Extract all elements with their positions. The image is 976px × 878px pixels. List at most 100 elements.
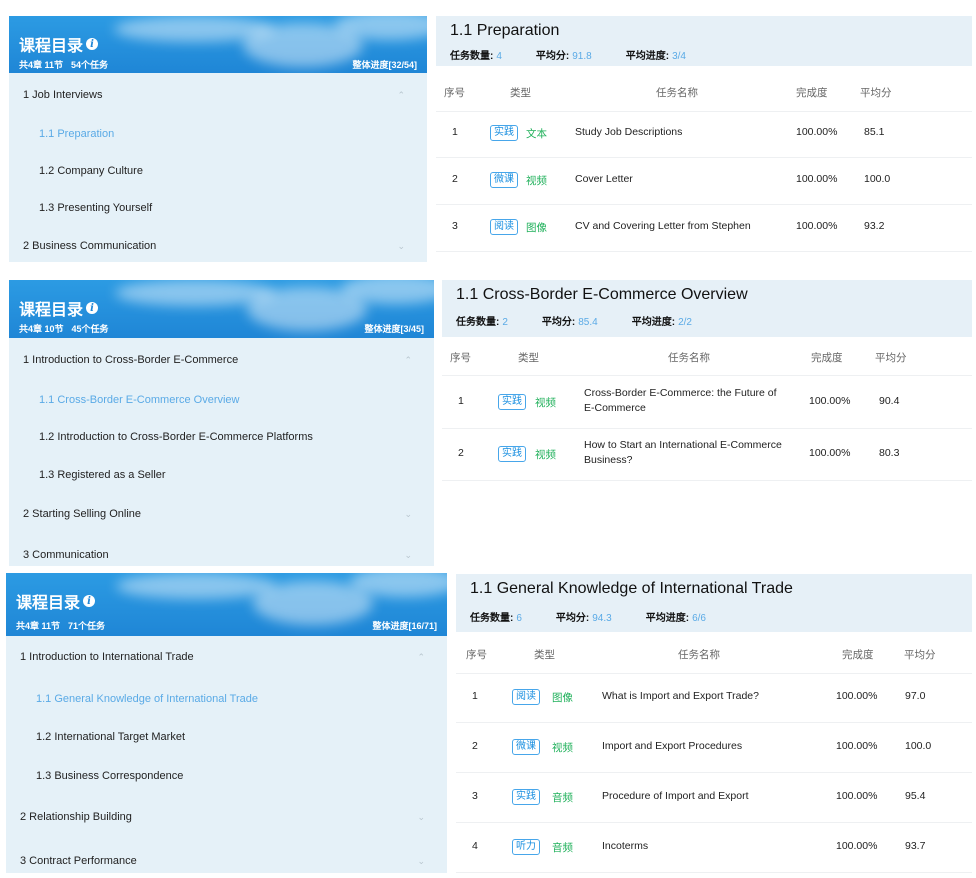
col-header-number: 序号 [450, 352, 471, 364]
section-stats: 任务数量: 4 平均分: 91.8 平均进度: 3/4 [450, 47, 720, 62]
row-divider [442, 480, 972, 481]
course-directory-panel: 课程目录 i 共4章 10节 45个任务 整体进度[3/45] 1 Introductio… [9, 280, 434, 566]
course-directory-header: 课程目录 i 共4章 11节 54个任务 整体进度[32/54] [9, 16, 427, 73]
task-media-type: 视频 [535, 449, 556, 461]
task-type-badge: 微课 [512, 739, 540, 755]
average-progress-stat-label: 平均进度: [625, 51, 670, 62]
col-header-type: 类型 [518, 352, 539, 364]
row-divider [436, 156, 972, 158]
task-average-score: 100.0 [864, 173, 891, 185]
task-name[interactable]: CV and Covering Letter from Stephen [575, 219, 751, 234]
col-header-type: 类型 [534, 649, 555, 661]
col-header-number: 序号 [466, 649, 487, 661]
average-progress-stat-value: 6/6 [692, 613, 706, 624]
section-label: 1.3 Registered as a Seller [39, 469, 166, 481]
task-average-score: 97.0 [905, 690, 926, 702]
section-label: 1.1 Cross-Border E-Commerce Overview [39, 394, 240, 406]
task-average-score: 93.7 [905, 840, 926, 852]
chevron-up-icon[interactable]: ⌃ [417, 652, 425, 663]
section-title: 1.1 General Knowledge of International T… [470, 580, 793, 597]
average-progress-stat: 平均进度: 3/4 [626, 47, 686, 62]
chapter-label: 1 Introduction to Cross-Border E-Commerc… [23, 354, 239, 366]
task-count-stat-value: 2 [502, 317, 508, 328]
average-score-stat: 平均分: 94.3 [556, 609, 612, 624]
average-score-stat: 平均分: 91.8 [536, 47, 592, 62]
chevron-down-icon[interactable]: ⌄ [397, 241, 405, 252]
chevron-down-icon[interactable]: ⌄ [417, 856, 425, 867]
row-divider [436, 203, 972, 205]
task-name[interactable]: Procedure of Import and Export [602, 789, 749, 804]
task-name[interactable]: Cross-Border E-Commerce: the Future of E… [584, 386, 789, 416]
col-header-completion: 完成度 [811, 352, 843, 364]
task-average-score: 93.2 [864, 220, 885, 232]
section-label: 1.3 Business Correspondence [36, 770, 184, 782]
section-item[interactable]: 1.3 Business Correspondence [6, 768, 447, 784]
course-directory-panel: 课程目录 i 共4章 11节 71个任务 整体进度[16/71] 1 Introducti… [6, 573, 447, 873]
cloud-decoration [116, 573, 277, 599]
task-average-score: 80.3 [879, 447, 900, 459]
task-count-stat: 任务数量: 6 [470, 609, 522, 624]
row-divider [456, 772, 972, 773]
info-icon[interactable]: i [86, 302, 99, 314]
task-number: 4 [472, 840, 478, 852]
overall-progress: 整体进度[16/71] [372, 621, 437, 631]
section-item[interactable]: 1.2 Company Culture [9, 163, 427, 179]
task-average-score: 85.1 [864, 126, 885, 138]
task-count-stat-label: 任务数量: [450, 51, 494, 62]
section-item[interactable]: 1.3 Registered as a Seller [9, 467, 434, 483]
average-progress-stat: 平均进度: 6/6 [646, 609, 706, 624]
chapter-label: 1 Job Interviews [23, 89, 103, 101]
course-directory-title-text: 课程目录 [16, 595, 81, 612]
task-name[interactable]: Cover Letter [575, 172, 633, 187]
average-progress-stat: 平均进度: 2/2 [632, 313, 692, 328]
section-item[interactable]: 1.2 International Target Market [6, 729, 447, 745]
task-name[interactable]: What is Import and Export Trade? [602, 689, 759, 704]
task-name[interactable]: Import and Export Procedures [602, 739, 742, 754]
chapter-item[interactable]: 1 Introduction to Cross-Border E-Commerc… [9, 352, 434, 368]
chevron-up-icon[interactable]: ⌃ [397, 90, 405, 101]
chevron-down-icon[interactable]: ⌄ [404, 509, 412, 520]
task-completion: 100.00% [836, 840, 878, 852]
chapter-count: 共4章 10节 [19, 324, 64, 334]
chapter-item[interactable]: 3 Communication ⌄ [9, 547, 434, 563]
course-summary: 共4章 10节 45个任务 [19, 322, 109, 335]
chapter-label: 1 Introduction to International Trade [20, 651, 194, 663]
course-directory-title: 课程目录 i [16, 589, 96, 613]
section-label: 1.1 Preparation [39, 128, 115, 140]
section-item[interactable]: 1.1 General Knowledge of International T… [6, 691, 447, 707]
section-item[interactable]: 1.3 Presenting Yourself [9, 200, 427, 216]
chevron-up-icon[interactable]: ⌃ [404, 355, 412, 366]
chapter-item[interactable]: 1 Introduction to International Trade ⌃ [6, 649, 447, 665]
task-number: 1 [458, 395, 464, 407]
task-type-badge: 实践 [498, 446, 526, 462]
task-name[interactable]: How to Start an International E-Commerce… [584, 438, 789, 468]
task-name[interactable]: Study Job Descriptions [575, 125, 682, 140]
info-icon[interactable]: i [86, 38, 99, 50]
task-number: 2 [458, 447, 464, 459]
section-item[interactable]: 1.1 Cross-Border E-Commerce Overview [9, 392, 434, 408]
chapter-item[interactable]: 2 Relationship Building ⌄ [6, 809, 447, 825]
chevron-down-icon[interactable]: ⌄ [417, 812, 425, 823]
section-item[interactable]: 1.2 Introduction to Cross-Border E-Comme… [9, 429, 434, 445]
task-name[interactable]: Incoterms [602, 839, 648, 854]
chevron-down-icon[interactable]: ⌄ [404, 550, 412, 561]
section-stats: 任务数量: 6 平均分: 94.3 平均进度: 6/6 [470, 609, 740, 624]
chapter-item[interactable]: 1 Job Interviews ⌃ [9, 87, 427, 103]
info-icon[interactable]: i [83, 595, 96, 607]
section-item[interactable]: 1.1 Preparation [9, 126, 427, 142]
col-header-completion: 完成度 [796, 87, 828, 99]
row-divider [456, 822, 972, 823]
chapter-item[interactable]: 2 Starting Selling Online ⌄ [9, 506, 434, 522]
overall-progress: 整体进度[32/54] [352, 60, 417, 70]
col-header-completion: 完成度 [842, 649, 874, 661]
task-completion: 100.00% [796, 220, 838, 232]
chapter-item[interactable]: 2 Business Communication ⌄ [9, 238, 427, 254]
average-score-stat: 平均分: 85.4 [542, 313, 598, 328]
col-header-average-score: 平均分 [875, 352, 907, 364]
task-type-badge: 阅读 [490, 219, 518, 235]
task-number: 2 [472, 740, 478, 752]
course-summary: 共4章 11节 54个任务 [19, 58, 108, 71]
task-number: 1 [452, 126, 458, 138]
chapter-item[interactable]: 3 Contract Performance ⌄ [6, 853, 447, 869]
task-count: 45个任务 [71, 324, 109, 334]
